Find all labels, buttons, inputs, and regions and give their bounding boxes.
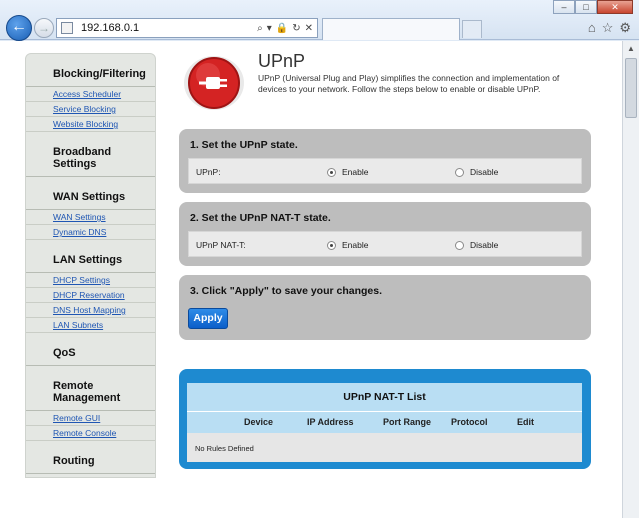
column-header-edit: Edit — [517, 417, 534, 427]
address-bar[interactable]: 192.168.0.1 ⌕ ▾ 🔒 ↻ ✕ — [56, 18, 318, 38]
upnp-enable-option[interactable]: Enable — [327, 167, 368, 177]
scroll-up-arrow-icon[interactable]: ▲ — [623, 41, 639, 57]
sidebar-section-title[interactable]: WAN Settings — [26, 177, 155, 210]
sidebar-link[interactable]: LAN Subnets — [26, 318, 155, 333]
lock-icon: 🔒 — [275, 22, 289, 34]
upnp-plug-logo-icon — [184, 56, 244, 110]
address-tools: ⌕ ▾ 🔒 ↻ ✕ — [257, 23, 317, 34]
upnp-natt-enable-label: Enable — [342, 240, 369, 250]
minimize-button[interactable]: – — [553, 0, 575, 14]
address-text[interactable]: 192.168.0.1 — [81, 22, 257, 34]
natt-list-panel: UPnP NAT-T List Device IP Address Port R… — [179, 369, 591, 469]
search-icon[interactable]: ⌕ — [257, 23, 263, 34]
sidebar-section: RoutingDynamic Routing — [26, 441, 155, 477]
sidebar-section: LAN Settings DHCP Settings DHCP Reservatio… — [26, 240, 155, 333]
sidebar-section: Blocking/Filtering Access Scheduler Servic… — [26, 54, 155, 132]
upnp-state-panel: 1. Set the UPnP state. UPnP: Enable Disa… — [179, 129, 591, 193]
upnp-natt-state-panel: 2. Set the UPnP NAT-T state. UPnP NAT-T:… — [179, 202, 591, 266]
vertical-scrollbar[interactable]: ▲ — [622, 41, 639, 518]
sidebar-section-title[interactable]: Remote Management — [26, 366, 155, 411]
upnp-natt-state-row: UPnP NAT-T: Enable Disable — [188, 231, 582, 257]
upnp-disable-option[interactable]: Disable — [455, 167, 498, 177]
upnp-natt-state-title: 2. Set the UPnP NAT-T state. — [190, 212, 331, 224]
sidebar-section-title[interactable]: QoS — [26, 333, 155, 366]
sidebar-section: Broadband Settings — [26, 132, 155, 177]
upnp-natt-disable-label: Disable — [470, 240, 499, 250]
upnp-label: UPnP: — [196, 167, 221, 177]
sidebar-link[interactable]: Remote GUI — [26, 411, 155, 426]
sidebar-link[interactable]: DHCP Settings — [26, 273, 155, 288]
scroll-thumb[interactable] — [625, 58, 637, 118]
sidebar-section-title[interactable]: LAN Settings — [26, 240, 155, 273]
upnp-state-title: 1. Set the UPnP state. — [190, 139, 298, 151]
upnp-natt-disable-radio[interactable] — [455, 240, 464, 250]
sidebar-link[interactable]: Remote Console — [26, 426, 155, 441]
upnp-natt-label: UPnP NAT-T: — [196, 240, 246, 250]
column-header-device: Device — [244, 417, 274, 427]
natt-list-header: UPnP NAT-T List Device IP Address Port R… — [187, 383, 582, 433]
browser-chrome: – □ ✕ ← → 192.168.0.1 ⌕ ▾ 🔒 ↻ ✕ ⌂ ☆ ⚙ — [0, 0, 639, 41]
refresh-icon[interactable]: ↻ — [292, 23, 300, 34]
page-title: UPnP — [258, 51, 306, 71]
sidebar-link[interactable]: Website Blocking — [26, 117, 155, 132]
upnp-natt-disable-option[interactable]: Disable — [455, 240, 498, 250]
upnp-state-row: UPnP: Enable Disable — [188, 158, 582, 184]
no-rules-text: No Rules Defined — [195, 444, 254, 453]
upnp-natt-enable-radio[interactable] — [327, 240, 336, 250]
column-header-port-range: Port Range — [383, 417, 432, 427]
sidebar-link[interactable]: Service Blocking — [26, 102, 155, 117]
sidebar-link[interactable]: Dynamic DNS — [26, 225, 155, 240]
upnp-disable-radio[interactable] — [455, 167, 464, 177]
stop-icon[interactable]: ✕ — [305, 23, 313, 34]
page-description: UPnP (Universal Plug and Play) simplifie… — [258, 73, 560, 94]
close-window-button[interactable]: ✕ — [597, 0, 633, 14]
page-icon — [61, 22, 73, 34]
sidebar-section: QoS — [26, 333, 155, 366]
dropdown-icon[interactable]: ▾ — [267, 23, 272, 34]
sidebar-link[interactable]: DNS Host Mapping — [26, 303, 155, 318]
browser-toolbar-icons: ⌂ ☆ ⚙ — [588, 20, 631, 36]
apply-title: 3. Click "Apply" to save your changes. — [190, 285, 383, 297]
natt-list-table: UPnP NAT-T List Device IP Address Port R… — [187, 383, 582, 462]
sidebar-section: Remote Management Remote GUI Remote Consol… — [26, 366, 155, 441]
column-header-ip-address: IP Address — [307, 417, 354, 427]
new-tab-button[interactable] — [462, 20, 482, 38]
sidebar-link[interactable]: Dynamic Routing — [26, 474, 155, 477]
favorites-star-icon[interactable]: ☆ — [602, 20, 614, 36]
browser-tab[interactable] — [322, 18, 460, 40]
sidebar-section-title[interactable]: Routing — [26, 441, 155, 474]
sidebar-link[interactable]: Access Scheduler — [26, 87, 155, 102]
page-content: Blocking/Filtering Access Scheduler Servic… — [0, 41, 622, 518]
upnp-enable-label: Enable — [342, 167, 369, 177]
natt-list-title: UPnP NAT-T List — [343, 391, 426, 403]
maximize-button[interactable]: □ — [575, 0, 597, 14]
sidebar-section-title[interactable]: Blocking/Filtering — [26, 54, 155, 87]
apply-panel: 3. Click "Apply" to save your changes. A… — [179, 275, 591, 340]
sidebar: Blocking/Filtering Access Scheduler Servic… — [25, 53, 156, 478]
home-icon[interactable]: ⌂ — [588, 20, 596, 36]
window-controls: – □ ✕ — [553, 0, 633, 14]
sidebar-section-title[interactable]: Broadband Settings — [26, 132, 155, 177]
natt-list-columns: Device IP Address Port Range Protocol Ed… — [187, 411, 582, 433]
upnp-natt-enable-option[interactable]: Enable — [327, 240, 368, 250]
back-button[interactable]: ← — [6, 15, 32, 41]
column-header-protocol: Protocol — [451, 417, 488, 427]
forward-button[interactable]: → — [34, 18, 54, 38]
apply-button[interactable]: Apply — [188, 308, 228, 329]
upnp-enable-radio[interactable] — [327, 167, 336, 177]
gear-icon[interactable]: ⚙ — [619, 20, 631, 36]
sidebar-link[interactable]: DHCP Reservation — [26, 288, 155, 303]
sidebar-section: WAN Settings WAN Settings Dynamic DNS — [26, 177, 155, 240]
sidebar-link[interactable]: WAN Settings — [26, 210, 155, 225]
upnp-disable-label: Disable — [470, 167, 499, 177]
